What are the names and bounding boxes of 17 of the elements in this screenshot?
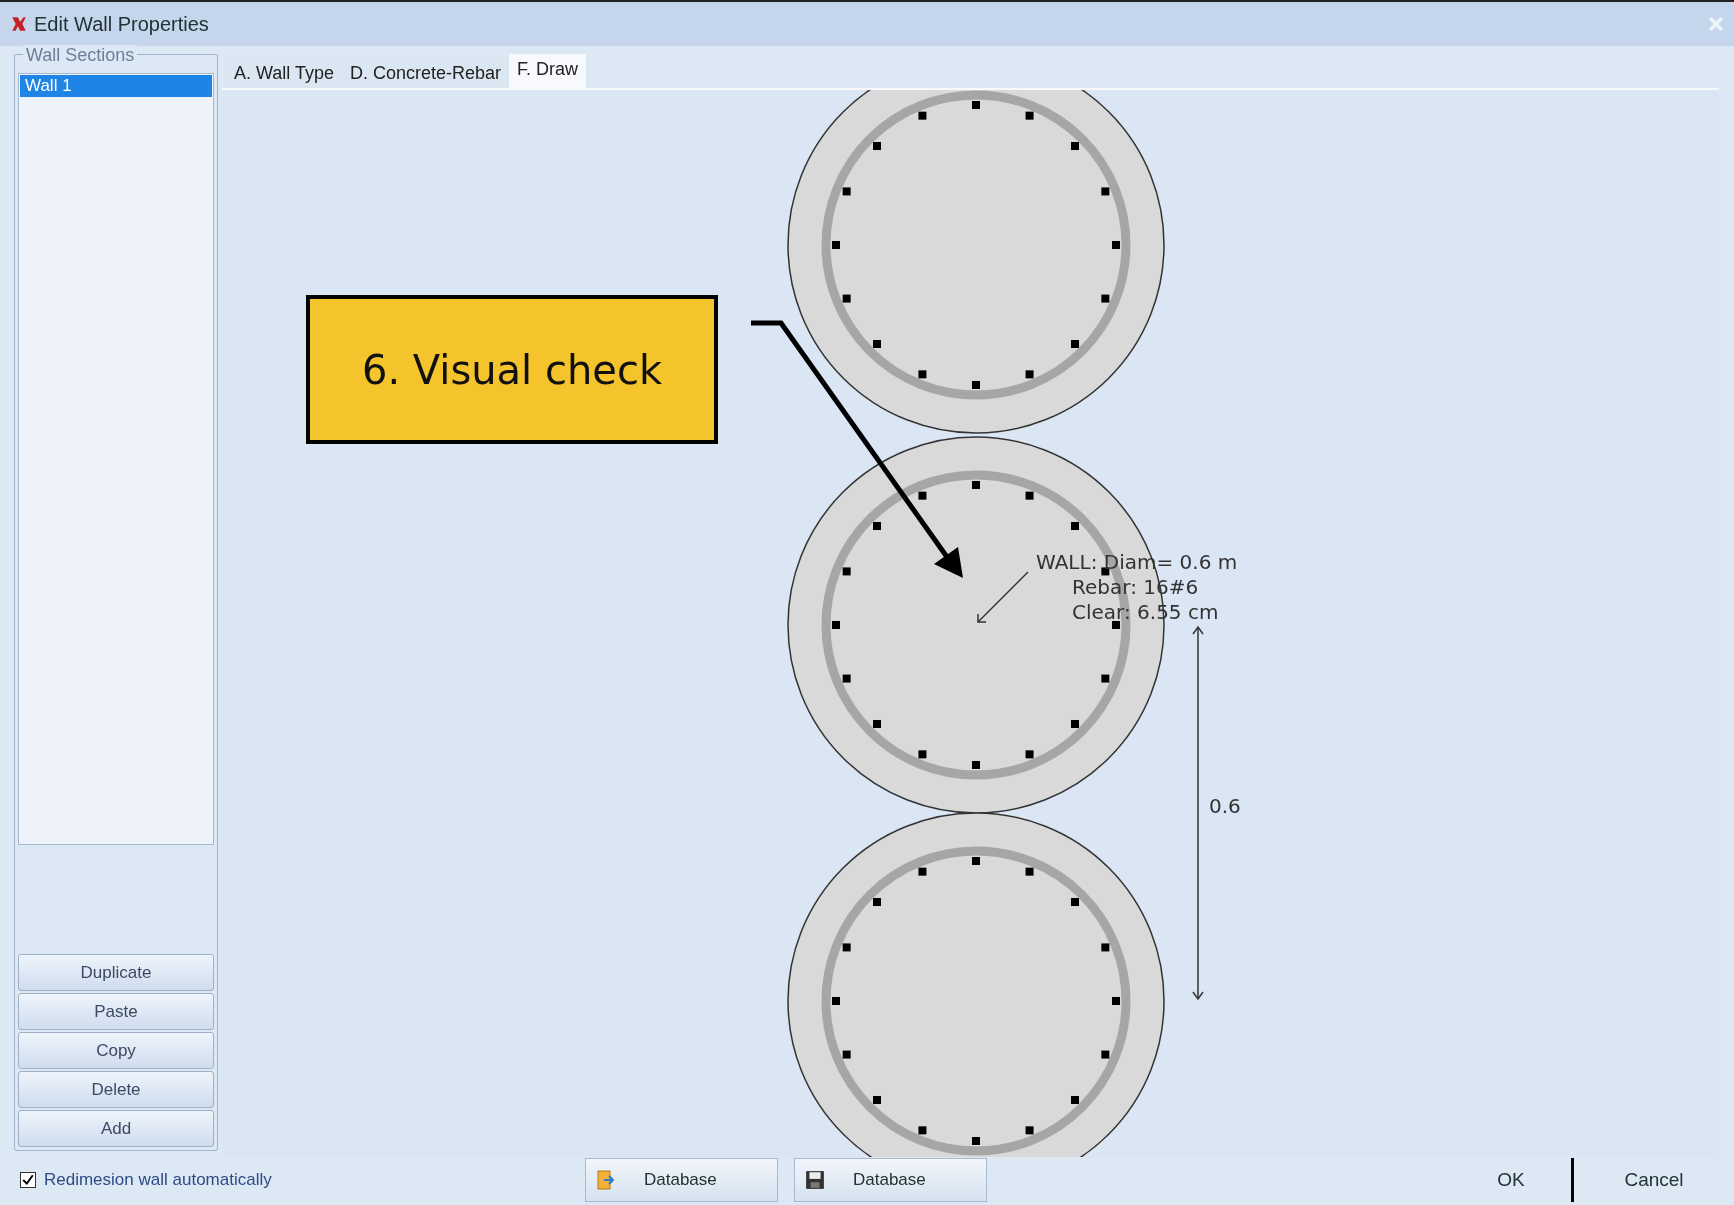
tab[interactable]: F. Draw (509, 54, 587, 88)
app-icon (10, 15, 28, 33)
list-item[interactable]: Wall 1 (20, 75, 212, 97)
side-button[interactable]: Delete (18, 1071, 214, 1108)
side-button[interactable]: Duplicate (18, 954, 214, 991)
callout-box: 6. Visual check (306, 295, 718, 444)
leader-line (977, 571, 1029, 623)
database-button[interactable]: Database (585, 1158, 778, 1202)
import-icon (596, 1170, 616, 1190)
side-button[interactable]: Add (18, 1110, 214, 1147)
checkbox[interactable] (20, 1172, 36, 1188)
side-button[interactable]: Copy (18, 1032, 214, 1069)
redimension-checkbox[interactable]: Redimesion wall automatically (20, 1170, 585, 1190)
side-button[interactable]: Paste (18, 993, 214, 1030)
dimension-label: 0.6 (1209, 794, 1241, 818)
window-title: Edit Wall Properties (34, 12, 209, 36)
database-button[interactable]: Database (794, 1158, 987, 1202)
